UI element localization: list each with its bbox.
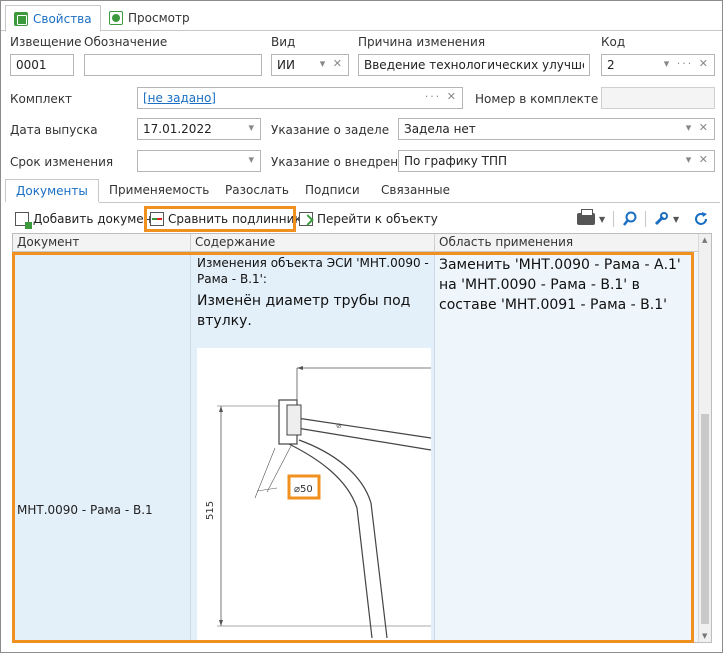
tab-related[interactable]: Связанные — [371, 179, 460, 203]
change-term-label: Срок изменения — [10, 155, 114, 169]
row-highlight — [12, 252, 694, 643]
tab-preview[interactable]: Просмотр — [101, 5, 198, 31]
backlog-controls[interactable]: ▾ ✕ — [686, 121, 710, 134]
tab-applicability[interactable]: Применяемость — [99, 179, 219, 203]
tab-properties[interactable]: Свойства — [5, 5, 101, 32]
notice-label: Извещение — [10, 35, 82, 49]
kit-controls[interactable]: ··· ✕ — [425, 90, 458, 103]
kit-number-field[interactable] — [601, 87, 715, 109]
add-document-icon — [15, 212, 32, 229]
notice-field[interactable]: 0001 — [10, 54, 74, 76]
designation-label: Обозначение — [84, 35, 168, 49]
go-to-object-label: Перейти к объекту — [317, 212, 438, 226]
implementation-label: Указание о внедрении — [271, 155, 414, 169]
preview-icon — [109, 11, 123, 25]
notice-value: 0001 — [16, 58, 47, 72]
refresh-icon — [695, 212, 707, 225]
toolbar-divider — [613, 211, 614, 227]
type-select[interactable]: ИИ ▾ ✕ — [271, 54, 349, 76]
column-area[interactable]: Область применения — [435, 234, 699, 252]
change-term-field[interactable]: ▾ — [137, 150, 261, 172]
column-document[interactable]: Документ — [13, 234, 191, 252]
release-date-label: Дата выпуска — [10, 123, 98, 137]
document-toolbar: Добавить документ Сравнить подлинники Пе… — [5, 206, 720, 232]
settings-button[interactable]: ▼ — [653, 209, 679, 229]
column-content[interactable]: Содержание — [191, 234, 435, 252]
go-to-object-icon — [299, 212, 313, 226]
designation-field[interactable] — [84, 54, 262, 76]
add-document-label: Добавить документ — [33, 212, 159, 226]
reason-value: Введение технологических улучшений и — [364, 58, 584, 72]
grid-header: Документ Содержание Область применения — [13, 234, 699, 252]
kit-field[interactable]: [не задано] ··· ✕ — [137, 87, 463, 109]
backlog-value: Задела нет — [404, 122, 476, 136]
backlog-select[interactable]: Задела нет ▾ ✕ — [398, 118, 715, 140]
reason-field[interactable]: Введение технологических улучшений и — [358, 54, 590, 76]
toolbar-divider — [645, 211, 646, 227]
code-controls[interactable]: ▾ ··· ✕ — [664, 57, 710, 70]
chevron-down-icon: ▼ — [599, 214, 606, 224]
properties-window: Свойства Просмотр Извещение Обозначение … — [0, 0, 723, 653]
type-value: ИИ — [277, 58, 295, 72]
scroll-down-icon[interactable]: ▼ — [702, 632, 707, 640]
search-icon — [623, 211, 637, 226]
backlog-label: Указание о заделе — [271, 123, 390, 137]
release-date-value: 17.01.2022 — [143, 122, 212, 136]
release-date-field[interactable]: 17.01.2022 ▾ — [137, 118, 261, 140]
tab-properties-label: Свойства — [33, 11, 92, 26]
compare-button-highlight — [144, 206, 296, 232]
code-label: Код — [601, 35, 626, 49]
add-document-button[interactable]: Добавить документ — [15, 209, 158, 229]
change-term-dropdown-icon[interactable]: ▾ — [248, 153, 256, 166]
grid-scrollbar[interactable]: ▲ ▼ — [698, 234, 711, 642]
kit-label: Комплект — [10, 92, 73, 106]
tab-preview-label: Просмотр — [128, 11, 190, 25]
kit-number-label: Номер в комплекте — [475, 92, 599, 106]
tab-send-out[interactable]: Разослать — [215, 179, 299, 203]
go-to-object-button[interactable]: Перейти к объекту — [299, 209, 438, 229]
printer-icon — [577, 209, 595, 225]
tab-signatures[interactable]: Подписи — [295, 179, 370, 203]
print-button[interactable]: ▼ — [577, 209, 605, 229]
date-dropdown-icon[interactable]: ▾ — [248, 121, 256, 134]
kit-value-link[interactable]: [не задано] — [143, 91, 216, 105]
type-label: Вид — [271, 35, 296, 49]
properties-icon — [14, 11, 28, 26]
dropdown-clear-controls[interactable]: ▾ ✕ — [320, 57, 344, 70]
code-select[interactable]: 2 ▾ ··· ✕ — [601, 54, 715, 76]
search-button[interactable] — [622, 209, 638, 229]
chevron-down-icon: ▼ — [673, 214, 680, 224]
wrench-icon — [654, 212, 668, 226]
scrollbar-thumb[interactable] — [701, 414, 709, 624]
top-tab-bar: Свойства Просмотр — [1, 1, 722, 32]
implementation-select[interactable]: По графику ТПП ▾ ✕ — [398, 150, 715, 172]
reason-label: Причина изменения — [358, 35, 486, 49]
tab-documents[interactable]: Документы — [5, 179, 99, 203]
refresh-button[interactable] — [693, 209, 709, 229]
document-tab-bar: Документы Применяемость Разослать Подпис… — [5, 179, 720, 203]
implementation-value: По графику ТПП — [404, 154, 508, 168]
code-value: 2 — [607, 58, 615, 72]
implementation-controls[interactable]: ▾ ✕ — [686, 153, 710, 166]
scroll-up-icon[interactable]: ▲ — [702, 236, 707, 244]
